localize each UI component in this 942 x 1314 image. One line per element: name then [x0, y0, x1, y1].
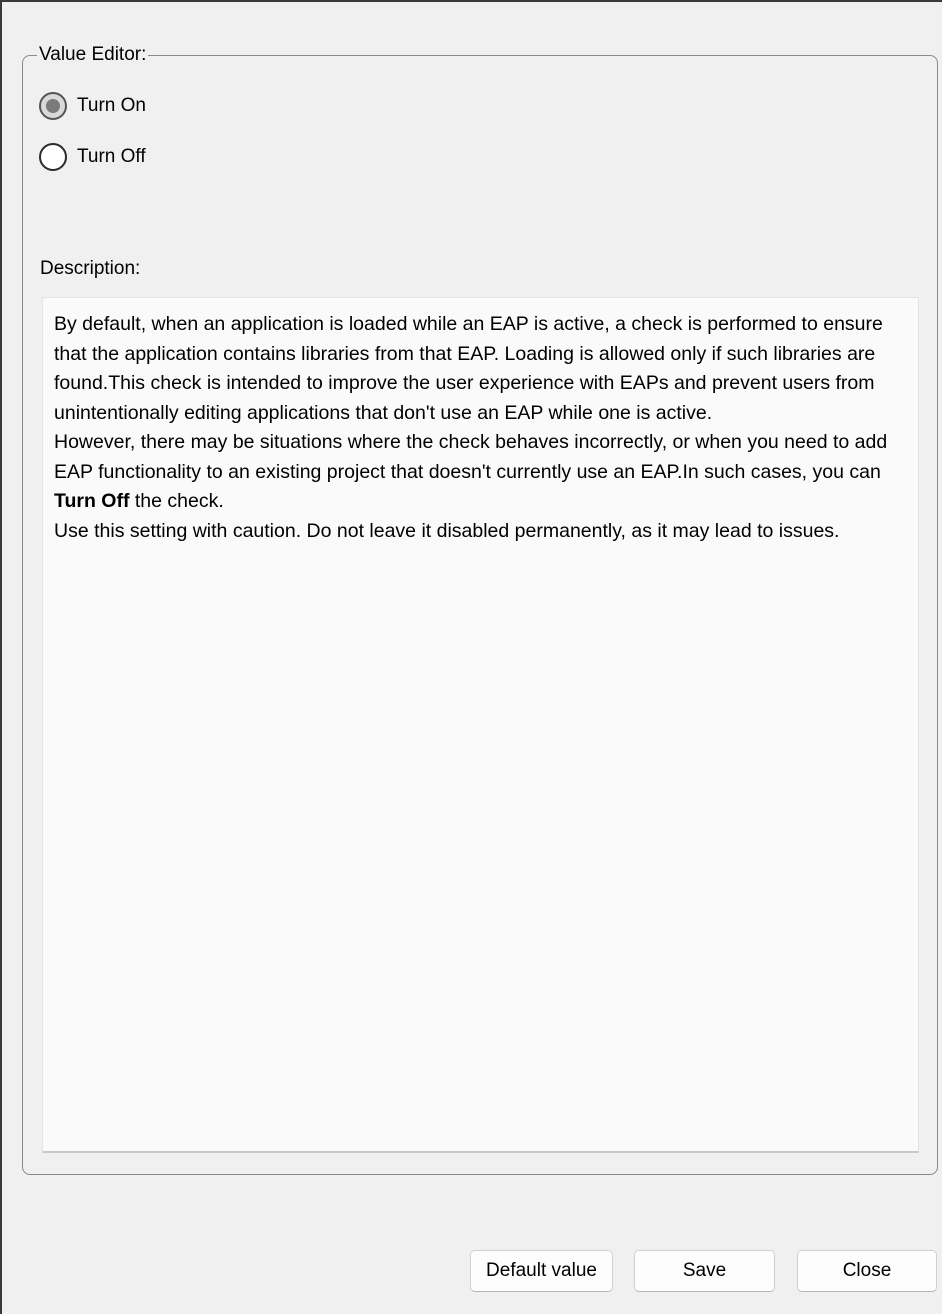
radio-checked-icon[interactable] — [39, 92, 67, 120]
radio-turn-on[interactable]: Turn On — [39, 92, 146, 120]
save-button[interactable]: Save — [634, 1250, 775, 1292]
radio-unchecked-icon[interactable] — [39, 143, 67, 171]
description-paragraph-2-text: However, there may be situations where t… — [54, 431, 888, 483]
description-textbox[interactable]: By default, when an application is loade… — [42, 297, 919, 1153]
default-value-button[interactable]: Default value — [470, 1250, 613, 1292]
radio-turn-off[interactable]: Turn Off — [39, 143, 146, 171]
value-editor-legend: Value Editor: — [37, 42, 149, 68]
description-label: Description: — [40, 258, 141, 279]
description-paragraph-2-tail: the check. — [129, 490, 224, 512]
description-turn-off-emphasis: Turn Off — [54, 490, 130, 512]
radio-turn-off-label[interactable]: Turn Off — [77, 143, 146, 171]
close-button[interactable]: Close — [797, 1250, 937, 1292]
description-paragraph-2: However, there may be situations where t… — [54, 428, 906, 517]
description-paragraph-1: By default, when an application is loade… — [54, 313, 883, 424]
description-paragraph-3: Use this setting with caution. Do not le… — [54, 519, 840, 542]
radio-turn-on-label[interactable]: Turn On — [77, 92, 146, 120]
